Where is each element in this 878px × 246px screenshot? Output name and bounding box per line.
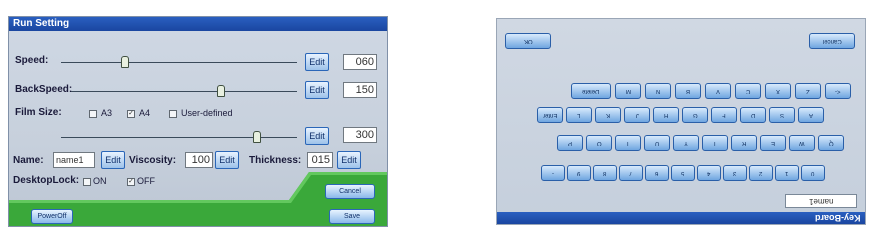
speed-slider-track[interactable] (61, 62, 297, 63)
key-4[interactable]: 4 (697, 165, 721, 181)
key-0[interactable]: 0 (801, 165, 825, 181)
key-8[interactable]: 8 (593, 165, 617, 181)
name-value: name1 (53, 152, 95, 168)
keyboard-ok-button[interactable]: OK (505, 33, 551, 49)
viscosity-value: 100 (185, 152, 213, 168)
film-size-label: Film Size: (15, 107, 62, 118)
key-r[interactable]: R (731, 135, 757, 151)
key-h[interactable]: H (653, 107, 679, 123)
film-size-user-defined-label: User-defined (181, 108, 233, 118)
film-size-edit-button[interactable]: Edit (305, 127, 329, 145)
key-m[interactable]: M (615, 83, 641, 99)
poweroff-button[interactable]: PowerOff (31, 209, 73, 224)
key-t[interactable]: T (702, 135, 728, 151)
key-p[interactable]: P (557, 135, 583, 151)
film-size-a4-checkbox[interactable]: ✓ (127, 110, 135, 118)
backspeed-label: BackSpeed: (15, 84, 73, 95)
key-7[interactable]: 7 (619, 165, 643, 181)
speed-label: Speed: (15, 55, 49, 66)
backspeed-value: 150 (343, 82, 377, 98)
keyboard-input-field[interactable]: name1 (785, 194, 857, 208)
key-5[interactable]: 5 (671, 165, 695, 181)
key-c[interactable]: C (735, 83, 761, 99)
save-button[interactable]: Save (329, 209, 375, 224)
film-size-a3-checkbox[interactable] (89, 110, 97, 118)
key-g[interactable]: G (682, 107, 708, 123)
key-u[interactable]: U (644, 135, 670, 151)
film-size-user-defined-checkbox[interactable] (169, 110, 177, 118)
key-delete[interactable]: Delete (571, 83, 611, 99)
key-f[interactable]: F (711, 107, 737, 123)
film-size-slider-thumb[interactable] (253, 131, 261, 143)
key-w[interactable]: W (789, 135, 815, 151)
film-size-value: 300 (343, 127, 377, 143)
key-l[interactable]: L (566, 107, 592, 123)
key-3[interactable]: 3 (723, 165, 747, 181)
key-enter[interactable]: Enter (537, 107, 563, 123)
backspeed-slider-track[interactable] (71, 91, 297, 92)
key-b[interactable]: B (675, 83, 701, 99)
key-d[interactable]: D (740, 107, 766, 123)
key-s[interactable]: S (769, 107, 795, 123)
key-[interactable]: <- (825, 83, 851, 99)
key-o[interactable]: O (586, 135, 612, 151)
thickness-value: 015 (307, 152, 333, 168)
run-setting-panel: Run Setting Speed: Edit 060 BackSpeed: E… (8, 16, 388, 227)
name-edit-button[interactable]: Edit (101, 151, 125, 169)
speed-slider-thumb[interactable] (121, 56, 129, 68)
speed-value: 060 (343, 54, 377, 70)
key-n[interactable]: N (645, 83, 671, 99)
key-2[interactable]: 2 (749, 165, 773, 181)
keyboard-cancel-button[interactable]: Cancel (809, 33, 855, 49)
key-6[interactable]: 6 (645, 165, 669, 181)
thickness-label: Thickness: (249, 155, 302, 166)
key-q[interactable]: Q (818, 135, 844, 151)
keyboard-title-bar: Key-Board (497, 212, 865, 224)
backspeed-edit-button[interactable]: Edit (305, 81, 329, 99)
key-[interactable]: - (541, 165, 565, 181)
key-i[interactable]: I (615, 135, 641, 151)
key-j[interactable]: J (624, 107, 650, 123)
speed-edit-button[interactable]: Edit (305, 53, 329, 71)
backspeed-slider-thumb[interactable] (217, 85, 225, 97)
film-size-slider-track[interactable] (61, 137, 297, 138)
key-v[interactable]: V (705, 83, 731, 99)
key-1[interactable]: 1 (775, 165, 799, 181)
film-size-a4-label: A4 (139, 108, 151, 118)
name-label: Name: (13, 155, 44, 166)
key-y[interactable]: Y (673, 135, 699, 151)
film-size-a3-label: A3 (101, 108, 113, 118)
key-z[interactable]: Z (795, 83, 821, 99)
key-9[interactable]: 9 (567, 165, 591, 181)
key-k[interactable]: K (595, 107, 621, 123)
viscosity-edit-button[interactable]: Edit (215, 151, 239, 169)
key-a[interactable]: A (798, 107, 824, 123)
key-e[interactable]: E (760, 135, 786, 151)
run-setting-title: Run Setting (9, 17, 387, 31)
key-x[interactable]: X (765, 83, 791, 99)
viscosity-label: Viscosity: (129, 155, 177, 166)
keyboard-panel: OK Cancel Delete M N B V C X Z <- Enter L K J H G F D S A P… (496, 18, 866, 225)
thickness-edit-button[interactable]: Edit (337, 151, 361, 169)
cancel-button[interactable]: Cancel (325, 184, 375, 199)
